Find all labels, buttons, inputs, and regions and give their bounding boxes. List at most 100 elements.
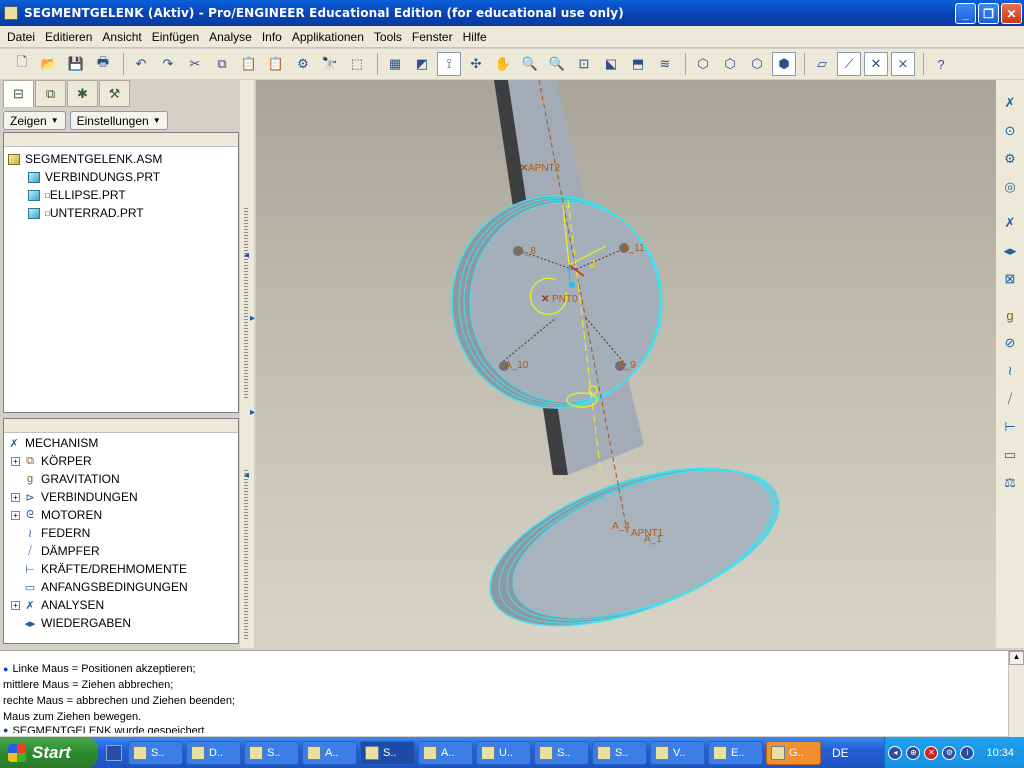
joint-axis-icon[interactable]: ⊙ [999, 120, 1021, 142]
edit-definition-icon[interactable]: ◩ [410, 52, 434, 76]
tree-item-part[interactable]: □ ELLIPSE.PRT [4, 186, 238, 204]
force-torque-icon[interactable]: ⊢ [999, 416, 1021, 438]
tree-item-initial-conditions[interactable]: ▭ ANFANGSBEDINGUNGEN [4, 578, 238, 596]
zoom-in-icon[interactable]: 🔍 [518, 52, 542, 76]
gravity-icon[interactable]: g [999, 304, 1021, 326]
quick-launch-icon[interactable] [106, 744, 122, 761]
zoom-out-icon[interactable]: 🔍 [545, 52, 569, 76]
menu-applikationen[interactable]: Applikationen [287, 30, 369, 44]
tree-item-connections[interactable]: + ⊳ VERBINDUNGEN [4, 488, 238, 506]
language-indicator[interactable]: DE [832, 746, 849, 760]
save-icon[interactable]: 💾 [64, 52, 88, 76]
lower-wheel[interactable] [470, 436, 798, 648]
tree-item-playbacks[interactable]: ◂▸ WIEDERGABEN [4, 614, 238, 632]
tree-item-motors[interactable]: + ᘓ MOTOREN [4, 506, 238, 524]
favorites-tab[interactable]: ✱ [67, 80, 98, 107]
mass-properties-icon[interactable]: ⚖ [999, 472, 1021, 494]
playback-icon[interactable]: ◂▸ [999, 240, 1021, 262]
taskbar-item[interactable]: A.. [302, 740, 357, 765]
undo-icon[interactable]: ↶ [129, 52, 153, 76]
measure-icon[interactable]: ⊠ [999, 268, 1021, 290]
open-folder-icon[interactable]: 📂 [37, 52, 61, 76]
info-icon[interactable]: i [960, 745, 975, 760]
scroll-up-icon[interactable]: ▲ [1009, 651, 1024, 665]
paste-icon[interactable]: 📋 [237, 52, 261, 76]
pan-icon[interactable]: ✋ [491, 52, 515, 76]
layers-icon[interactable]: ≋ [653, 52, 677, 76]
tree-item-analyses[interactable]: + ✗ ANALYSEN [4, 596, 238, 614]
cut-icon[interactable]: ✂ [183, 52, 207, 76]
new-file-icon[interactable]: 🗋 [10, 52, 34, 76]
tree-item-assembly[interactable]: SEGMENTGELENK.ASM [4, 150, 238, 168]
antivirus-icon[interactable]: ✕ [924, 745, 939, 760]
find-icon[interactable]: 🔭 [318, 52, 342, 76]
back-arrow-icon[interactable]: ◂ [888, 745, 903, 760]
model-tree-icon[interactable]: ▦ [383, 52, 407, 76]
cam-icon[interactable]: ◎ [999, 176, 1021, 198]
copy-icon[interactable]: ⧉ [210, 52, 234, 76]
redo-icon[interactable]: ↷ [156, 52, 180, 76]
panel-splitter[interactable]: ◂ ▸ ▸ ◂ [240, 80, 255, 648]
tools-tab[interactable]: ⚒ [99, 80, 130, 107]
expand-icon[interactable]: + [11, 492, 20, 502]
print-icon[interactable]: 🖶 [91, 52, 115, 76]
taskbar-item[interactable]: S.. [534, 740, 589, 765]
expand-right-icon[interactable]: ▸ [250, 407, 255, 418]
taskbar-item[interactable]: A.. [418, 740, 473, 765]
model-tree-tab[interactable]: ⊟ [3, 80, 34, 107]
show-dropdown[interactable]: Zeigen ▼ [3, 111, 66, 130]
tree-item-bodies[interactable]: + ⧉ KÖRPER [4, 452, 238, 470]
layer-tab[interactable]: ⧉ [35, 80, 66, 107]
spring-icon[interactable]: ≀ [999, 360, 1021, 382]
datum-planes-icon[interactable]: ▱ [810, 52, 834, 76]
tree-item-mechanism[interactable]: ✗ MECHANISM [4, 434, 238, 452]
menu-tools[interactable]: Tools [369, 30, 407, 44]
wireframe-icon[interactable]: ⬡ [691, 52, 715, 76]
graphics-viewport[interactable]: ✕ APNT2 A_8 A_11 ✕ PNT0 A_10 A_9 A_4 APN… [256, 80, 996, 648]
force-motor-icon[interactable]: ⊘ [999, 332, 1021, 354]
gears-icon[interactable]: ⚙ [999, 148, 1021, 170]
coord-systems-icon[interactable]: ⨯ [891, 52, 915, 76]
expand-icon[interactable]: + [11, 600, 20, 610]
expand-icon[interactable]: + [11, 456, 20, 466]
taskbar-item[interactable]: S.. [244, 740, 299, 765]
minimize-button[interactable]: _ [955, 3, 976, 24]
refit-icon[interactable]: ⊡ [572, 52, 596, 76]
tree-item-forces[interactable]: ⊢ KRÄFTE/DREHMOMENTE [4, 560, 238, 578]
servo-motor-icon[interactable]: ✗ [999, 92, 1021, 114]
taskbar-item-active[interactable]: S.. [360, 740, 415, 765]
model-canvas[interactable]: ✕ APNT2 A_8 A_11 ✕ PNT0 A_10 A_9 A_4 APN… [256, 80, 996, 648]
drag-icon[interactable]: ✗ [999, 212, 1021, 234]
menu-info[interactable]: Info [257, 30, 287, 44]
initial-condition-icon[interactable]: ▭ [999, 444, 1021, 466]
taskbar-item[interactable]: S.. [592, 740, 647, 765]
datum-axes-icon[interactable]: ⟋ [837, 52, 861, 76]
datum-points-icon[interactable]: ✕ [864, 52, 888, 76]
paste-special-icon[interactable]: 📋 [264, 52, 288, 76]
connect-icon[interactable]: ⟟ [437, 52, 461, 76]
network-icon[interactable]: ⊕ [906, 745, 921, 760]
expand-icon[interactable]: + [11, 510, 20, 520]
tool-icon[interactable]: ⚙ [942, 745, 957, 760]
shading-icon[interactable]: ⬢ [772, 52, 796, 76]
whats-this-icon[interactable]: ? [929, 52, 953, 76]
regenerate-icon[interactable]: ⚙ [291, 52, 315, 76]
tree-item-gravity[interactable]: g GRAVITATION [4, 470, 238, 488]
tree-item-part[interactable]: VERBINDUNGS.PRT [4, 168, 238, 186]
taskbar-item[interactable]: E.. [708, 740, 763, 765]
maximize-button[interactable]: ❐ [978, 3, 999, 24]
collapse-left-icon[interactable]: ◂ [244, 250, 249, 261]
start-button[interactable]: Start [0, 737, 98, 768]
damper-icon[interactable]: ⧸ [999, 388, 1021, 410]
tree-item-part[interactable]: □ UNTERRAD.PRT [4, 204, 238, 222]
settings-dropdown[interactable]: Einstellungen ▼ [69, 111, 168, 130]
tree-item-dampers[interactable]: ⧸ DÄMPFER [4, 542, 238, 560]
no-hidden-icon[interactable]: ⬡ [745, 52, 769, 76]
menu-editieren[interactable]: Editieren [40, 30, 97, 44]
menu-fenster[interactable]: Fenster [407, 30, 458, 44]
menu-analyse[interactable]: Analyse [204, 30, 257, 44]
taskbar-item-highlighted[interactable]: G.. [766, 740, 821, 765]
expand-right-icon[interactable]: ▸ [250, 313, 255, 324]
collapse-left-icon[interactable]: ◂ [244, 470, 249, 481]
hidden-line-icon[interactable]: ⬡ [718, 52, 742, 76]
